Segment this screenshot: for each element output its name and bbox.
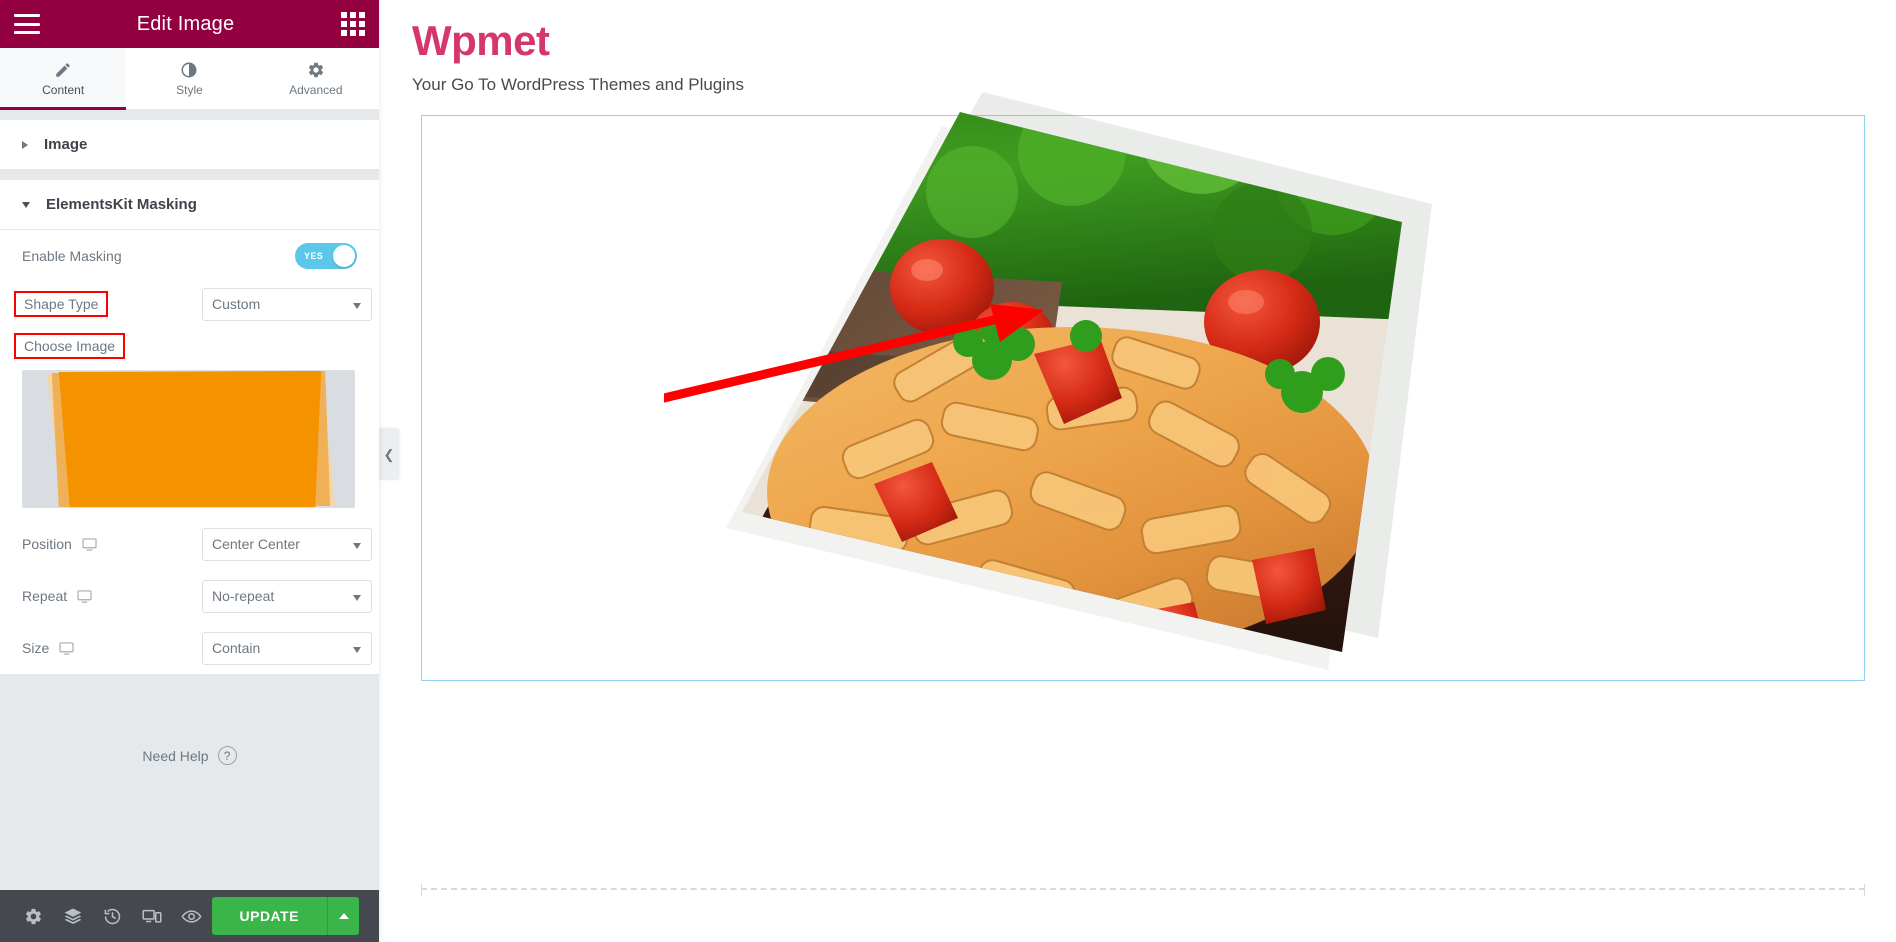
position-select-wrap: Center Center Center Left Center Right T…	[202, 527, 372, 561]
position-label-wrap: Position	[22, 536, 202, 552]
control-repeat: Repeat No-repeat Repeat Repeat-x	[22, 570, 372, 622]
history-clock-icon	[103, 907, 122, 926]
toggle-knob	[333, 245, 355, 267]
responsive-mode-button[interactable]	[133, 890, 173, 942]
control-choose-image: Choose Image	[14, 326, 357, 366]
chevron-left-icon: ❮	[383, 446, 395, 462]
elementor-editor-window: Edit Image Content Style Advanced Image …	[0, 0, 1896, 942]
desktop-icon[interactable]	[82, 537, 97, 551]
navigator-button[interactable]	[54, 890, 94, 942]
accordion-image-title: Image	[44, 136, 88, 153]
panel-empty-area: Need Help ?	[0, 674, 379, 890]
accordion-elementskit-masking[interactable]: ElementsKit Masking	[0, 180, 379, 230]
history-button[interactable]	[93, 890, 133, 942]
size-select-wrap: Contain Cover Auto Custom	[202, 631, 372, 665]
desktop-icon[interactable]	[59, 641, 74, 655]
repeat-label: Repeat	[22, 588, 68, 604]
panel-tabs: Content Style Advanced	[0, 48, 379, 110]
choose-image-label: Choose Image	[14, 333, 126, 359]
tab-content-label: Content	[42, 83, 85, 97]
preview-button[interactable]	[172, 890, 212, 942]
question-circle-icon[interactable]: ?	[217, 746, 237, 765]
contrast-circle-icon	[180, 61, 198, 79]
section-divider	[0, 110, 379, 120]
tab-advanced-label: Advanced	[289, 83, 343, 97]
tab-content[interactable]: Content	[0, 48, 127, 110]
toggle-yes-label: YES	[304, 251, 324, 261]
panel-header: Edit Image	[0, 0, 379, 48]
pencil-icon	[54, 61, 72, 79]
panel-title: Edit Image	[136, 12, 235, 35]
need-help-label: Need Help	[142, 747, 209, 764]
size-label-wrap: Size	[22, 640, 202, 656]
shape-type-label: Shape Type	[14, 291, 109, 317]
responsive-devices-icon	[142, 908, 162, 925]
chevron-down-icon	[22, 201, 30, 208]
desktop-icon[interactable]	[77, 589, 92, 603]
update-button[interactable]: UPDATE	[211, 897, 328, 935]
repeat-select[interactable]: No-repeat Repeat Repeat-x Repeat-y	[202, 579, 372, 613]
eye-icon	[181, 909, 202, 924]
masked-image-svg	[726, 92, 1432, 670]
position-select[interactable]: Center Center Center Left Center Right T…	[202, 527, 372, 561]
position-label: Position	[22, 536, 72, 552]
control-enable-masking: Enable Masking YES	[22, 230, 357, 282]
choose-image-label-wrap: Choose Image	[14, 333, 202, 359]
accordion-image[interactable]: Image	[0, 120, 379, 170]
masked-image-widget[interactable]	[642, 92, 1542, 702]
size-label: Size	[22, 640, 50, 656]
mask-shape-thumbnail[interactable]	[22, 370, 355, 508]
control-size: Size Contain Cover Auto	[22, 622, 372, 674]
layers-icon	[63, 906, 83, 926]
repeat-label-wrap: Repeat	[22, 588, 202, 604]
editor-sidebar-panel: Edit Image Content Style Advanced Image …	[0, 0, 379, 942]
caret-up-icon	[338, 913, 349, 919]
accordion-masking-title: ElementsKit Masking	[46, 196, 197, 213]
tab-style[interactable]: Style	[126, 48, 253, 109]
control-shape-type: Shape Type Custom Circle Flower Sketch T…	[14, 282, 372, 326]
need-help-block[interactable]: Need Help ?	[0, 746, 379, 765]
gear-icon	[24, 907, 43, 926]
mask-shape-preview-svg	[23, 371, 354, 507]
grid-apps-icon[interactable]	[341, 12, 365, 36]
masking-controls: Enable Masking YES Shape Type Custom Cho…	[0, 230, 379, 674]
enable-masking-label: Enable Masking	[22, 248, 122, 264]
empty-section-placeholder[interactable]	[421, 884, 1865, 896]
enable-masking-toggle[interactable]: YES	[295, 243, 357, 269]
shape-type-label-wrap: Shape Type	[14, 291, 202, 317]
update-button-group: UPDATE	[211, 897, 360, 935]
repeat-select-wrap: No-repeat Repeat Repeat-x Repeat-y	[202, 579, 372, 613]
shape-type-select-wrap: Custom Circle Flower Sketch Triangle Blo…	[202, 287, 372, 321]
settings-button[interactable]	[14, 890, 54, 942]
gear-icon	[307, 61, 325, 79]
tab-style-label: Style	[176, 83, 203, 97]
tab-advanced[interactable]: Advanced	[252, 48, 379, 109]
control-position: Position Center Center Center Left Cen	[22, 518, 372, 570]
chevron-right-icon	[22, 140, 28, 149]
site-header: Wpmet Your Go To WordPress Themes and Pl…	[379, 0, 1896, 95]
section-divider-2	[0, 170, 379, 180]
size-select[interactable]: Contain Cover Auto Custom	[202, 631, 372, 665]
panel-footer-toolbar: UPDATE	[0, 890, 379, 942]
shape-type-select[interactable]: Custom Circle Flower Sketch Triangle Blo…	[202, 287, 372, 321]
update-options-button[interactable]	[327, 897, 360, 935]
site-title: Wpmet	[412, 17, 550, 64]
elementor-section-container[interactable]	[421, 92, 1865, 681]
preview-canvas: ❮ Wpmet Your Go To WordPress Themes and …	[379, 0, 1896, 942]
panel-collapse-handle[interactable]: ❮	[379, 428, 399, 480]
